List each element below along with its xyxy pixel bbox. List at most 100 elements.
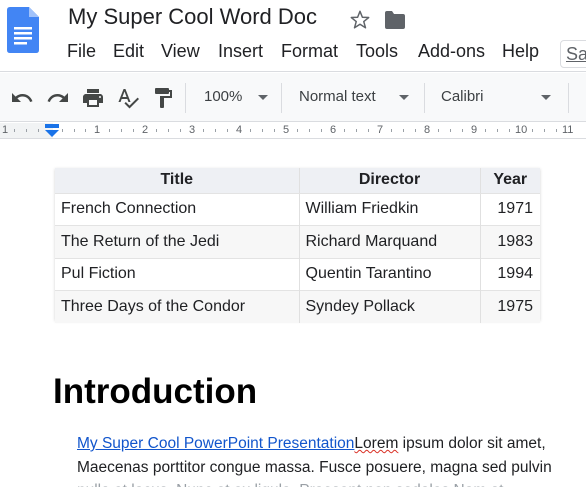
paragraph-style-dropdown[interactable]: Normal text xyxy=(299,85,411,111)
column-header-director[interactable]: Director xyxy=(299,168,481,194)
misspelled-word[interactable]: Lorem xyxy=(354,435,398,452)
ruler-tick xyxy=(391,129,392,132)
table-cell-director[interactable]: Quentin Tarantino xyxy=(299,257,481,291)
ruler-number: 1 xyxy=(2,124,9,136)
menu-file[interactable]: File xyxy=(67,41,96,62)
ruler-tick xyxy=(203,129,204,132)
folder-icon[interactable] xyxy=(384,10,406,30)
chevron-down-icon xyxy=(399,95,409,100)
ruler-tick xyxy=(368,129,369,132)
ruler-tick xyxy=(321,129,322,132)
table-cell-title[interactable]: French Connection xyxy=(55,192,300,226)
ruler-tick xyxy=(74,129,75,132)
section-heading-introduction[interactable]: Introduction xyxy=(53,372,257,412)
ruler-number: 10 xyxy=(515,124,528,136)
document-title[interactable]: My Super Cool Word Doc xyxy=(68,4,317,30)
table-header-row: Title Director Year xyxy=(55,168,540,194)
ruler-tick xyxy=(344,129,345,132)
table-cell-director[interactable]: Richard Marquand xyxy=(299,225,481,258)
paragraph-style-value: Normal text xyxy=(299,88,376,105)
ruler-tick xyxy=(62,129,63,132)
presentation-link[interactable]: My Super Cool PowerPoint Presentation xyxy=(77,435,354,452)
menu-insert[interactable]: Insert xyxy=(218,41,263,62)
ruler-tick xyxy=(14,129,15,132)
ruler-tick xyxy=(26,129,27,132)
ruler-tick xyxy=(497,129,498,132)
body-paragraph[interactable]: My Super Cool PowerPoint PresentationLor… xyxy=(77,432,586,487)
table-cell-title[interactable]: Pul Fiction xyxy=(55,257,300,291)
ruler-tick xyxy=(544,129,545,132)
undo-icon[interactable] xyxy=(10,86,34,110)
toolbar-divider xyxy=(281,83,282,113)
table-cell-year[interactable]: 1994 xyxy=(480,257,540,291)
chevron-down-icon xyxy=(541,95,551,100)
movie-table[interactable]: Title Director Year French Connection Wi… xyxy=(55,168,540,323)
paragraph-line-cutoff: nulla et lacus. Nunc et ex ligula. Praes… xyxy=(77,479,586,487)
ruler-tick xyxy=(133,129,134,132)
ruler-number: 6 xyxy=(330,124,337,136)
paint-format-icon[interactable] xyxy=(151,86,175,110)
table-cell-year[interactable]: 1971 xyxy=(480,192,540,226)
font-dropdown[interactable]: Calibri xyxy=(441,85,553,111)
redo-icon[interactable] xyxy=(46,86,70,110)
ruler-tick xyxy=(156,129,157,132)
ruler-number: 4 xyxy=(236,124,243,136)
ruler-tick xyxy=(297,129,298,132)
table-cell-title[interactable]: Three Days of the Condor xyxy=(55,290,300,323)
paragraph-text: ipsum dolor sit amet, xyxy=(398,435,546,452)
menu-edit[interactable]: Edit xyxy=(113,41,144,62)
menu-view[interactable]: View xyxy=(161,41,200,62)
menu-help[interactable]: Help xyxy=(502,41,539,62)
ruler-tick xyxy=(180,129,181,132)
toolbar-divider xyxy=(424,83,425,113)
table-cell-year[interactable]: 1983 xyxy=(480,225,540,258)
document-canvas[interactable]: Title Director Year French Connection Wi… xyxy=(0,140,586,487)
spellcheck-icon[interactable] xyxy=(116,86,140,110)
ruler-number: 2 xyxy=(142,124,149,136)
ruler-tick xyxy=(168,129,169,132)
table-cell-title[interactable]: The Return of the Jedi xyxy=(55,225,300,258)
share-button[interactable]: Sa xyxy=(560,40,586,68)
ruler-tick xyxy=(415,129,416,132)
font-value: Calibri xyxy=(441,88,484,105)
ruler-tick xyxy=(438,129,439,132)
ruler-tick xyxy=(121,129,122,132)
ruler-number: 5 xyxy=(283,124,290,136)
menu-tools[interactable]: Tools xyxy=(356,41,398,62)
ruler-tick xyxy=(109,129,110,132)
ruler-tick xyxy=(356,129,357,132)
menu-format[interactable]: Format xyxy=(281,41,338,62)
ruler-tick xyxy=(250,129,251,132)
ruler-number: 11 xyxy=(562,124,574,136)
ruler-tick xyxy=(227,129,228,132)
ruler-number: 1 xyxy=(94,124,101,136)
ruler-tick xyxy=(85,129,86,132)
column-header-year[interactable]: Year xyxy=(480,168,540,194)
ruler-tick xyxy=(262,129,263,132)
paragraph-line: My Super Cool PowerPoint PresentationLor… xyxy=(77,432,586,456)
zoom-value: 100% xyxy=(204,88,243,105)
table-cell-director[interactable]: William Friedkin xyxy=(299,192,481,226)
ruler-tick xyxy=(274,129,275,132)
ruler-tick xyxy=(509,129,510,132)
star-icon[interactable] xyxy=(349,9,371,31)
zoom-dropdown[interactable]: 100% xyxy=(204,85,268,111)
ruler-tick xyxy=(556,129,557,132)
menu-addons[interactable]: Add-ons xyxy=(418,41,485,62)
indent-marker-icon[interactable] xyxy=(44,124,60,138)
ruler-tick xyxy=(532,129,533,132)
google-docs-icon[interactable] xyxy=(7,7,39,53)
table-row: French Connection William Friedkin 1971 xyxy=(55,192,540,226)
chevron-down-icon xyxy=(258,95,268,100)
horizontal-ruler[interactable]: 1 1 2 3 4 5 6 7 8 9 10 11 xyxy=(0,123,586,139)
table-cell-year[interactable]: 1975 xyxy=(480,290,540,323)
formatting-toolbar: 100% Normal text Calibri xyxy=(0,73,586,122)
ruler-tick xyxy=(462,129,463,132)
ruler-tick xyxy=(403,129,404,132)
ruler-tick xyxy=(215,129,216,132)
toolbar-divider xyxy=(185,83,186,113)
ruler-number: 9 xyxy=(471,124,478,136)
table-cell-director[interactable]: Syndey Pollack xyxy=(299,290,481,323)
print-icon[interactable] xyxy=(81,86,105,110)
column-header-title[interactable]: Title xyxy=(55,168,300,194)
